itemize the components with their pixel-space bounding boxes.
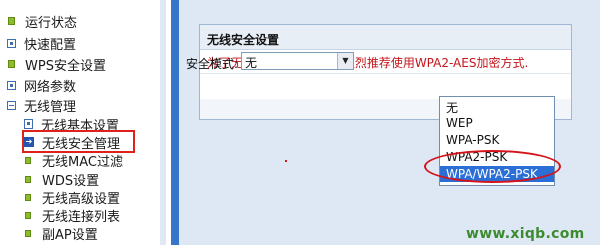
security-mode-label: 安全模式:: [186, 57, 239, 71]
watermark: www.xiqb.com: [466, 226, 585, 242]
sidebar-item-label: 无线MAC过滤: [42, 154, 123, 170]
sidebar-item-label: 副AP设置: [42, 227, 98, 243]
sidebar-item-network[interactable]: 网络参数: [0, 75, 76, 95]
sidebar-item-label: 无线高级设置: [42, 191, 121, 207]
bullet-icon: [25, 211, 31, 219]
sidebar-subitem-mac-filter[interactable]: 无线MAC过滤: [24, 150, 123, 170]
sidebar-item-label: 运行状态: [25, 15, 78, 31]
panel-title: 无线安全设置: [200, 25, 571, 50]
sidebar-divider: [160, 0, 166, 245]
security-mode-select[interactable]: 无 ▼: [241, 52, 354, 70]
chevron-down-icon[interactable]: ▼: [337, 53, 353, 69]
collapse-icon: [7, 100, 16, 110]
highlight-ellipse: [424, 150, 561, 183]
highlight-box: [22, 130, 135, 153]
select-value: 无: [245, 56, 258, 70]
sidebar-item-wireless[interactable]: 无线管理: [0, 95, 76, 115]
sidebar-item-label: 无线管理: [24, 99, 77, 115]
bullet-icon: [25, 229, 31, 237]
sidebar-item-quick-setup[interactable]: 快速配置: [0, 33, 76, 53]
sidebar-item-label: 网络参数: [24, 79, 77, 95]
bullet-icon: [8, 60, 15, 68]
bullet-icon: [25, 175, 31, 183]
sidebar-subitem-wds[interactable]: WDS设置: [24, 169, 99, 189]
sidebar-subitem-secondary-ap[interactable]: 副AP设置: [24, 223, 98, 243]
dropdown-option-wep[interactable]: WEP: [440, 115, 554, 131]
sidebar-subitem-advanced[interactable]: 无线高级设置: [24, 187, 120, 207]
sidebar-item-label: 无线连接列表: [42, 209, 121, 225]
sidebar-item-label: 快速配置: [24, 37, 77, 53]
sidebar-subitem-connections[interactable]: 无线连接列表: [24, 205, 120, 225]
bullet-icon: [25, 193, 31, 201]
sidebar-item-label: WPS安全设置: [25, 58, 106, 74]
sidebar-item-wps[interactable]: WPS安全设置: [0, 54, 106, 74]
sidebar-item-label: WDS设置: [42, 173, 100, 189]
sidebar-item-status[interactable]: 运行状态: [0, 11, 77, 31]
bullet-icon: [8, 17, 15, 25]
folder-plus-icon: [7, 80, 16, 90]
frame-border: [171, 0, 179, 245]
page-icon: [7, 38, 16, 48]
bullet-icon: [25, 156, 31, 164]
stray-mark: [285, 160, 287, 162]
sidebar-nav: 运行状态 快速配置 WPS安全设置 网络参数 无线管理 无线基本设置 ➔ 无线安…: [0, 0, 160, 245]
dropdown-option-none[interactable]: 无: [440, 98, 554, 115]
page-icon: [24, 119, 33, 129]
dropdown-option-wpa-psk[interactable]: WPA-PSK: [440, 132, 554, 148]
divider: [200, 73, 571, 74]
